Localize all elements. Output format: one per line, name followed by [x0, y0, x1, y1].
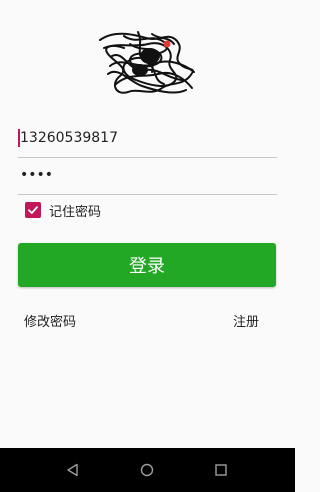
password-field[interactable] [18, 156, 277, 195]
system-navigation-bar [0, 448, 295, 492]
remember-password-row[interactable]: 记住密码 [25, 200, 101, 220]
remember-password-checkbox[interactable] [25, 202, 41, 218]
avatar [94, 26, 204, 102]
remember-password-label: 记住密码 [49, 204, 102, 220]
phone-input[interactable] [18, 119, 277, 157]
home-icon [140, 463, 154, 477]
phone-field[interactable] [18, 119, 277, 158]
login-button-label: 登录 [129, 256, 165, 277]
login-screen: 记住密码 登录 修改密码 注册 [0, 0, 295, 448]
avatar-scribble-icon [99, 31, 195, 94]
recent-apps-icon [215, 464, 227, 476]
recent-apps-button[interactable] [211, 460, 231, 480]
change-password-link[interactable]: 修改密码 [24, 311, 76, 330]
home-button[interactable] [137, 460, 157, 480]
check-icon [28, 206, 38, 214]
password-input[interactable] [18, 156, 277, 194]
login-button[interactable]: 登录 [18, 243, 276, 287]
back-button[interactable] [63, 460, 83, 480]
back-icon [67, 463, 78, 477]
register-link[interactable]: 注册 [233, 311, 259, 330]
